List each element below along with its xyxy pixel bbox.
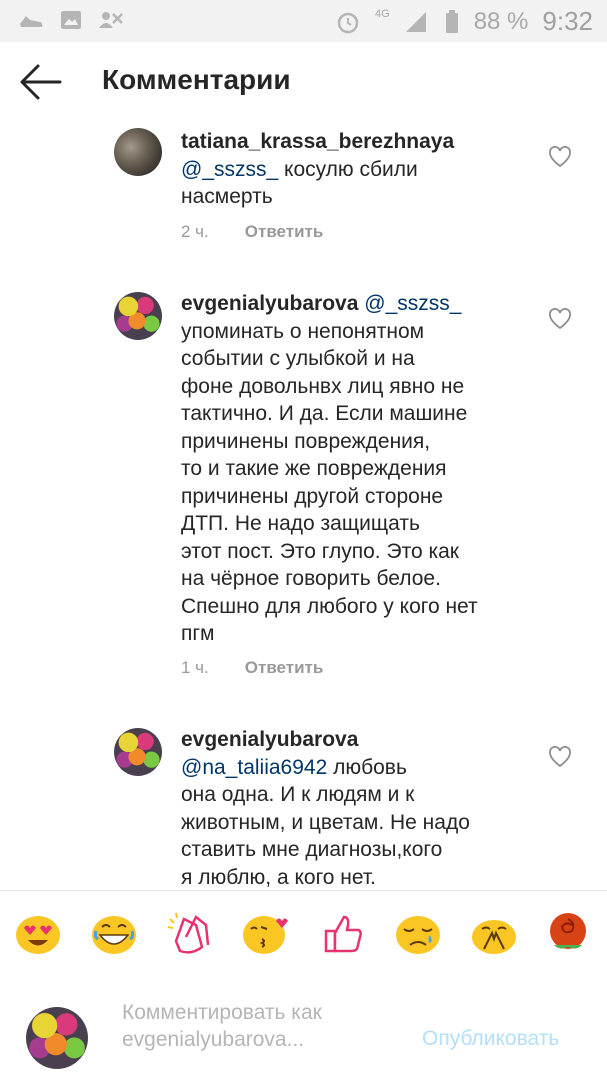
comment-meta: 1 ч. Ответить	[181, 658, 323, 678]
reply-button[interactable]: Ответить	[245, 222, 324, 242]
clapping-emoji[interactable]	[166, 911, 214, 955]
network-label: 4G	[375, 7, 390, 20]
comment-username[interactable]: evgenialyubarova	[181, 728, 358, 751]
comment-list[interactable]: tatiana_krassa_berezhnaya @_sszss_ косул…	[0, 122, 607, 890]
comment-text-line: ДТП. Не надо защищать	[181, 512, 420, 535]
reply-button[interactable]: Ответить	[245, 658, 324, 678]
comment-text-line: событии с улыбкой и на	[181, 347, 415, 370]
mention-link[interactable]: @_sszss_	[181, 158, 278, 181]
battery-icon	[445, 9, 458, 33]
comment-text: любовь	[327, 755, 407, 779]
heart-icon[interactable]	[548, 146, 572, 168]
comment-username[interactable]: evgenialyubarova	[181, 292, 358, 315]
top-bar: Комментарии	[0, 42, 607, 122]
heart-icon[interactable]	[548, 746, 572, 768]
gallery-icon	[61, 11, 81, 29]
comment-text-line: упоминать о непонятном	[181, 319, 425, 343]
heart-icon[interactable]	[548, 308, 572, 330]
publish-button[interactable]: Опубликовать	[422, 1027, 559, 1051]
comment-body: tatiana_krassa_berezhnaya @_sszss_ косул…	[181, 128, 531, 211]
comment-composer: Опубликовать	[0, 975, 607, 1080]
avatar[interactable]	[114, 128, 162, 176]
shoe-icon	[20, 16, 43, 27]
comment-text-line: пгм	[181, 622, 215, 645]
comment-text-line: ставить мне диагнозы,кого	[181, 838, 443, 861]
avatar[interactable]	[114, 728, 162, 776]
comment-time: 2 ч.	[181, 222, 209, 241]
mention-link[interactable]: @na_taliia6942	[181, 756, 327, 779]
avatar	[26, 1007, 88, 1069]
comment-meta: 2 ч. Ответить	[181, 222, 323, 242]
comment-text-line: причинены другой стороне	[181, 484, 444, 508]
back-arrow-icon[interactable]	[18, 62, 62, 102]
comment-input[interactable]	[122, 999, 402, 1055]
comment-text-line: я люблю, а кого нет.	[181, 865, 376, 889]
comment-username[interactable]: tatiana_krassa_berezhnaya	[181, 130, 454, 153]
thumbs-up-emoji[interactable]	[320, 911, 368, 955]
grinning-emoji[interactable]	[90, 911, 138, 955]
comment-body: evgenialyubarova @_sszss_ упоминать о не…	[181, 290, 531, 648]
rose-emoji[interactable]	[544, 911, 592, 955]
comment-text: косулю сбили	[278, 157, 418, 181]
sad-emoji[interactable]	[394, 911, 442, 955]
alarm-icon	[337, 12, 359, 33]
signal-icon	[405, 11, 426, 32]
comment-text-line: животным, и цветам. Не надо	[181, 810, 470, 834]
avatar[interactable]	[114, 292, 162, 340]
praying-emoji[interactable]	[470, 911, 518, 955]
comment-text-line: Спешно для любого у кого нет	[181, 594, 478, 618]
comment-text-line: то и такие же повреждения	[181, 457, 447, 480]
clock: 9:32	[542, 6, 593, 36]
status-bar: 4G 88 % 9:32	[0, 0, 607, 42]
comment-text: насмерть	[181, 185, 273, 208]
emoji-quick-bar	[0, 890, 607, 976]
comment-text-line: она одна. И к людям и к	[181, 783, 415, 806]
comment-text-line: причинены повреждения,	[181, 429, 431, 453]
comment-text-line: на чёрное говорить белое.	[181, 567, 441, 590]
mention-link[interactable]: @_sszss_	[364, 292, 461, 315]
comment-text-line: фоне довольнвх лиц явно не	[181, 374, 465, 398]
heart-eyes-emoji[interactable]	[14, 911, 62, 955]
page-title: Комментарии	[102, 64, 291, 95]
comment-time: 1 ч.	[181, 658, 209, 677]
comment-text-line: этот пост. Это глупо. Это как	[181, 539, 459, 563]
battery-level: 88 %	[473, 7, 529, 35]
comment-body: evgenialyubarova @na_taliia6942 любовь о…	[181, 726, 531, 890]
comment-text-line: тактично. И да. Если машине	[181, 402, 468, 425]
contacts-icon	[99, 12, 123, 28]
kiss-emoji[interactable]	[242, 911, 290, 955]
